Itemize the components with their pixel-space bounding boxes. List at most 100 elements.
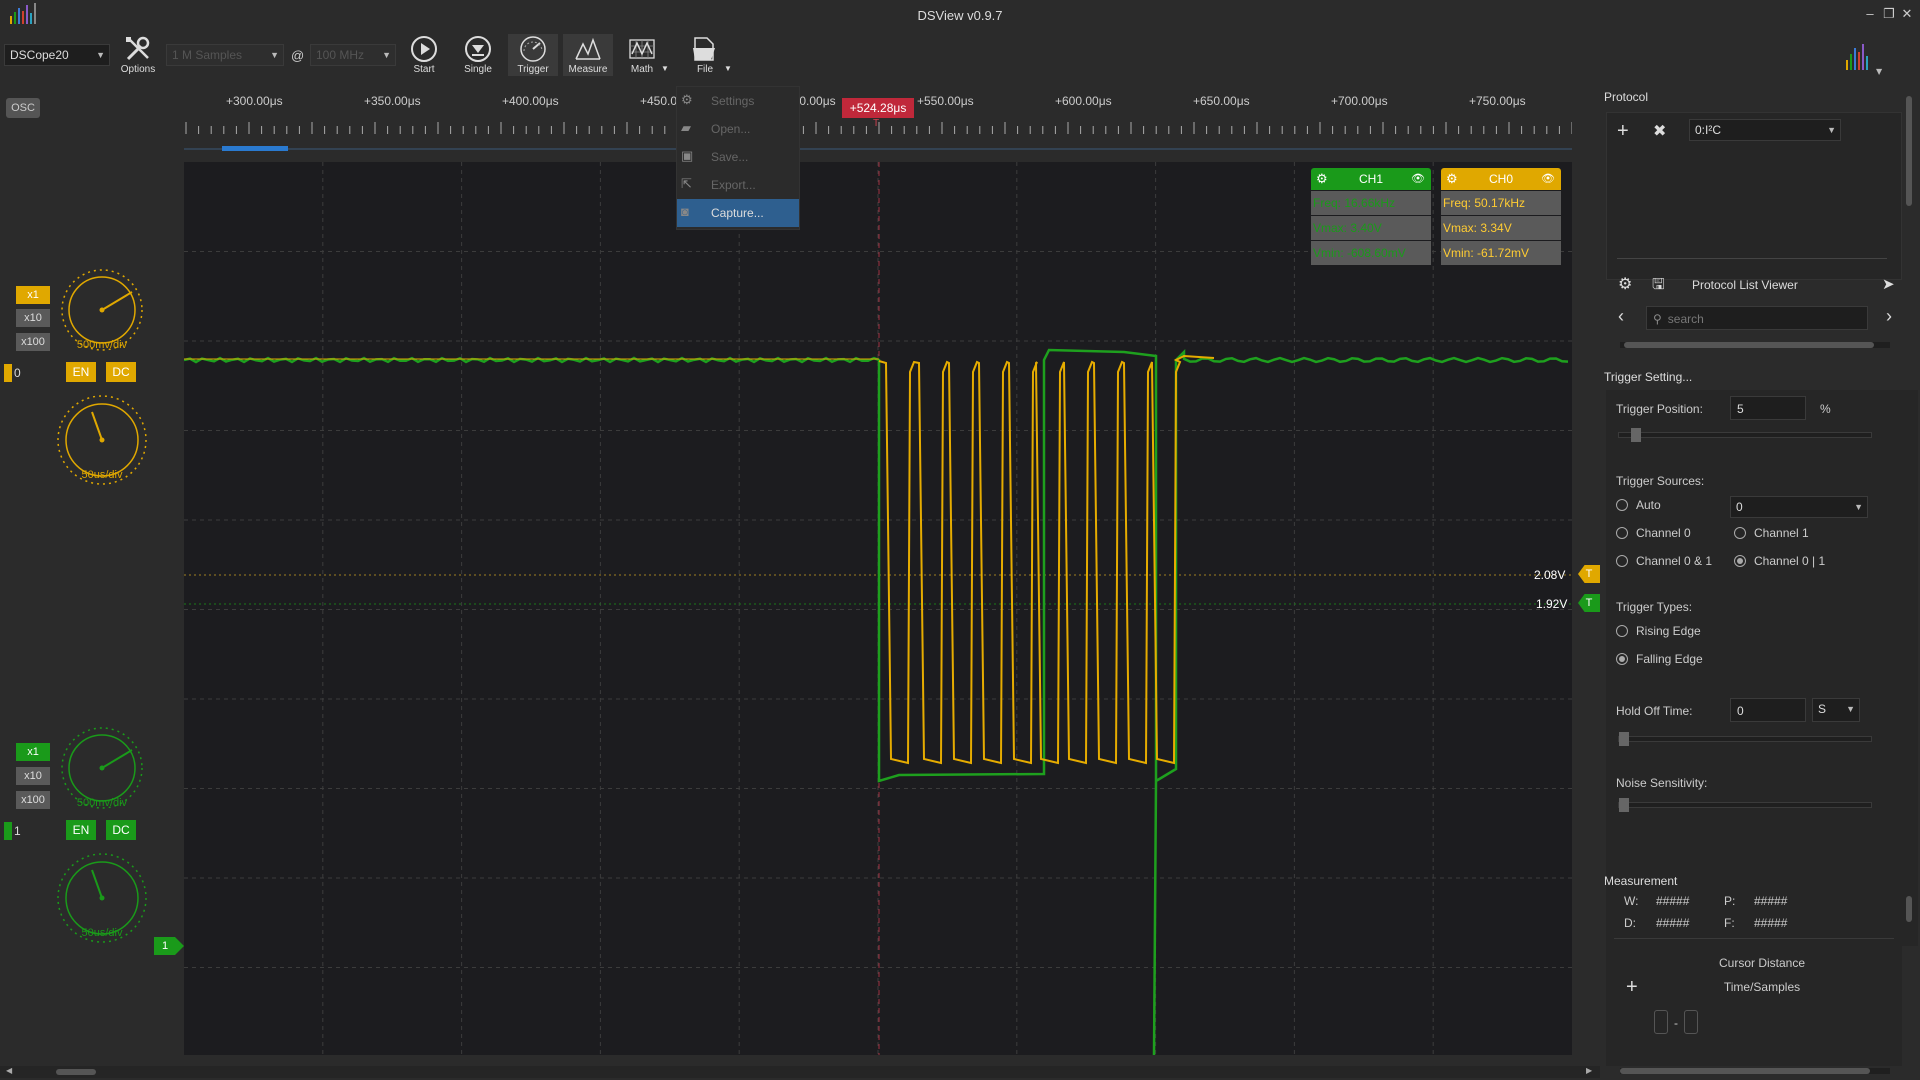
measure-label: Measure bbox=[568, 64, 608, 75]
eye-icon[interactable]: 👁 bbox=[1411, 168, 1425, 190]
menu-item-settings[interactable]: ⚙ Settings bbox=[677, 87, 799, 115]
slider-handle[interactable] bbox=[1619, 732, 1629, 746]
rate-select[interactable]: 100 MHz ▼ bbox=[310, 44, 396, 66]
main-hscrollbar[interactable]: ◀ ▶ bbox=[0, 1066, 1600, 1078]
protocol-scrollbar[interactable] bbox=[1906, 96, 1912, 206]
add-icon[interactable]: + bbox=[1617, 121, 1629, 141]
measure-button[interactable]: Measure bbox=[563, 34, 613, 76]
measurement-hscrollbar[interactable] bbox=[1620, 1068, 1890, 1074]
ch0-x10-button[interactable]: x10 bbox=[16, 309, 50, 327]
ch0-vdiv-knob[interactable]: 500mv/div bbox=[56, 262, 152, 358]
type-rising-radio[interactable]: Rising Edge bbox=[1616, 624, 1701, 638]
gear-icon[interactable]: ⚙ bbox=[1618, 274, 1632, 294]
menu-item-save[interactable]: ▣ Save... bbox=[677, 143, 799, 171]
slider-handle[interactable] bbox=[1619, 798, 1629, 812]
search-placeholder: search bbox=[1667, 312, 1704, 326]
cursor-select-a[interactable] bbox=[1654, 1010, 1668, 1034]
mode-tab-osc[interactable]: OSC bbox=[6, 98, 40, 118]
save-icon[interactable]: 🖫 bbox=[1652, 274, 1665, 299]
ruler-viewport-indicator[interactable] bbox=[222, 146, 288, 151]
gear-icon[interactable]: ⚙ bbox=[1316, 168, 1328, 190]
options-button[interactable]: Options bbox=[113, 34, 163, 76]
holdoff-unit-select[interactable]: S ▼ bbox=[1812, 698, 1860, 722]
trigger-position-label: Trigger Position: bbox=[1616, 402, 1703, 416]
chevron-left-icon[interactable]: ‹ bbox=[1618, 306, 1624, 327]
gear-icon[interactable]: ⚙ bbox=[1446, 168, 1458, 190]
ch1-x1-button[interactable]: x1 bbox=[16, 743, 50, 761]
ch1-x100-button[interactable]: x100 bbox=[16, 791, 50, 809]
search-icon: ⚲ bbox=[1653, 312, 1662, 326]
theme-logo-icon[interactable]: ▼ bbox=[1840, 36, 1890, 76]
measurement-scrollbar[interactable] bbox=[1906, 896, 1912, 922]
ch1-x10-button[interactable]: x10 bbox=[16, 767, 50, 785]
gear-icon: ⚙ bbox=[681, 92, 693, 107]
ch0-tdiv-knob[interactable]: 50us/div bbox=[52, 390, 152, 490]
source-auto-radio[interactable]: Auto bbox=[1616, 498, 1661, 512]
holdoff-input[interactable]: 0 bbox=[1730, 698, 1806, 722]
protocol-select[interactable]: 0:I²C ▼ bbox=[1689, 119, 1841, 141]
scroll-left-icon[interactable]: ◀ bbox=[6, 1066, 12, 1075]
source-select[interactable]: 0 ▼ bbox=[1730, 496, 1868, 518]
source-select-value: 0 bbox=[1736, 500, 1743, 514]
protocol-section: + ✖ 0:I²C ▼ bbox=[1606, 112, 1902, 280]
holdoff-slider[interactable] bbox=[1618, 732, 1872, 746]
ch1-offset-marker[interactable]: 1 bbox=[154, 937, 184, 955]
chevron-right-icon[interactable]: › bbox=[1886, 306, 1892, 327]
ch1-tdiv-knob[interactable]: 50us/div bbox=[52, 848, 152, 948]
ch1-vdiv-knob[interactable]: 500mv/div bbox=[56, 720, 152, 816]
meas-d-label: D: bbox=[1624, 916, 1636, 930]
source-ch0and1-radio[interactable]: Channel 0 & 1 bbox=[1616, 554, 1712, 568]
noise-slider[interactable] bbox=[1618, 798, 1872, 812]
cursor-select-b[interactable] bbox=[1684, 1010, 1698, 1034]
ch1-trigger-marker[interactable]: T bbox=[1578, 594, 1600, 612]
source-ch0-radio[interactable]: Channel 0 bbox=[1616, 526, 1691, 540]
start-button[interactable]: Start bbox=[399, 34, 449, 76]
remove-icon[interactable]: ✖ bbox=[1653, 121, 1666, 141]
single-button[interactable]: Single bbox=[453, 34, 503, 76]
trigger-position-slider[interactable] bbox=[1618, 428, 1872, 442]
ch1-dc-button[interactable]: DC bbox=[106, 820, 136, 840]
scroll-thumb[interactable] bbox=[1620, 1068, 1870, 1074]
protocol-hscrollbar[interactable] bbox=[1620, 342, 1890, 348]
eye-icon[interactable]: 👁 bbox=[1541, 168, 1555, 190]
scroll-right-icon[interactable]: ▶ bbox=[1586, 1066, 1592, 1075]
source-ch1-radio[interactable]: Channel 1 bbox=[1734, 526, 1809, 540]
radio-icon bbox=[1616, 499, 1628, 511]
ch0-trigger-marker[interactable]: T bbox=[1578, 565, 1600, 583]
source-ch0or1-radio[interactable]: Channel 0 | 1 bbox=[1734, 554, 1825, 568]
slider-handle[interactable] bbox=[1631, 428, 1642, 442]
menu-item-capture[interactable]: ◙ Capture... bbox=[677, 199, 799, 227]
navigate-icon[interactable]: ➤ bbox=[1882, 275, 1895, 293]
scroll-thumb[interactable] bbox=[56, 1069, 96, 1075]
trigger-position-input[interactable]: 5 bbox=[1730, 396, 1806, 420]
menu-item-export[interactable]: ⇱ Export... bbox=[677, 171, 799, 199]
minimize-icon[interactable]: – bbox=[1862, 6, 1878, 22]
ch0-x1-button[interactable]: x1 bbox=[16, 286, 50, 304]
ch0-vmax: Vmax: 3.34V bbox=[1441, 216, 1561, 240]
radio-label: Channel 0 bbox=[1636, 526, 1691, 540]
chevron-down-icon: ▼ bbox=[661, 64, 669, 73]
ruler-tick-label: +350.00μs bbox=[364, 94, 421, 108]
chevron-down-icon: ▼ bbox=[724, 64, 732, 73]
ch0-dc-button[interactable]: DC bbox=[106, 362, 136, 382]
file-button[interactable]: File ▼ bbox=[680, 34, 732, 76]
samples-select[interactable]: 1 M Samples ▼ bbox=[166, 44, 284, 66]
menu-item-open[interactable]: ▰ Open... bbox=[677, 115, 799, 143]
device-select[interactable]: DSCope20 ▼ bbox=[4, 44, 110, 66]
protocol-search-input[interactable]: ⚲ search bbox=[1646, 306, 1868, 330]
restore-icon[interactable]: ❐ bbox=[1881, 6, 1897, 22]
close-icon[interactable]: ✕ bbox=[1899, 6, 1915, 22]
ch0-x100-button[interactable]: x100 bbox=[16, 333, 50, 351]
chevron-down-icon: ▼ bbox=[1854, 502, 1863, 512]
waveform-plot[interactable] bbox=[184, 162, 1572, 1055]
time-samples-label: Time/Samples bbox=[1723, 980, 1801, 994]
ch0-en-button[interactable]: EN bbox=[66, 362, 96, 382]
math-button[interactable]: Math ▼ bbox=[617, 34, 669, 76]
ch0-vdiv-label: 500mv/div bbox=[77, 339, 128, 351]
type-falling-radio[interactable]: Falling Edge bbox=[1616, 652, 1703, 666]
ch1-en-button[interactable]: EN bbox=[66, 820, 96, 840]
scroll-thumb[interactable] bbox=[1624, 342, 1874, 348]
trigger-button[interactable]: Trigger bbox=[508, 34, 558, 76]
ch0-waveform bbox=[878, 354, 1215, 765]
trigger-cursor-label[interactable]: +524.28μs bbox=[842, 98, 914, 118]
